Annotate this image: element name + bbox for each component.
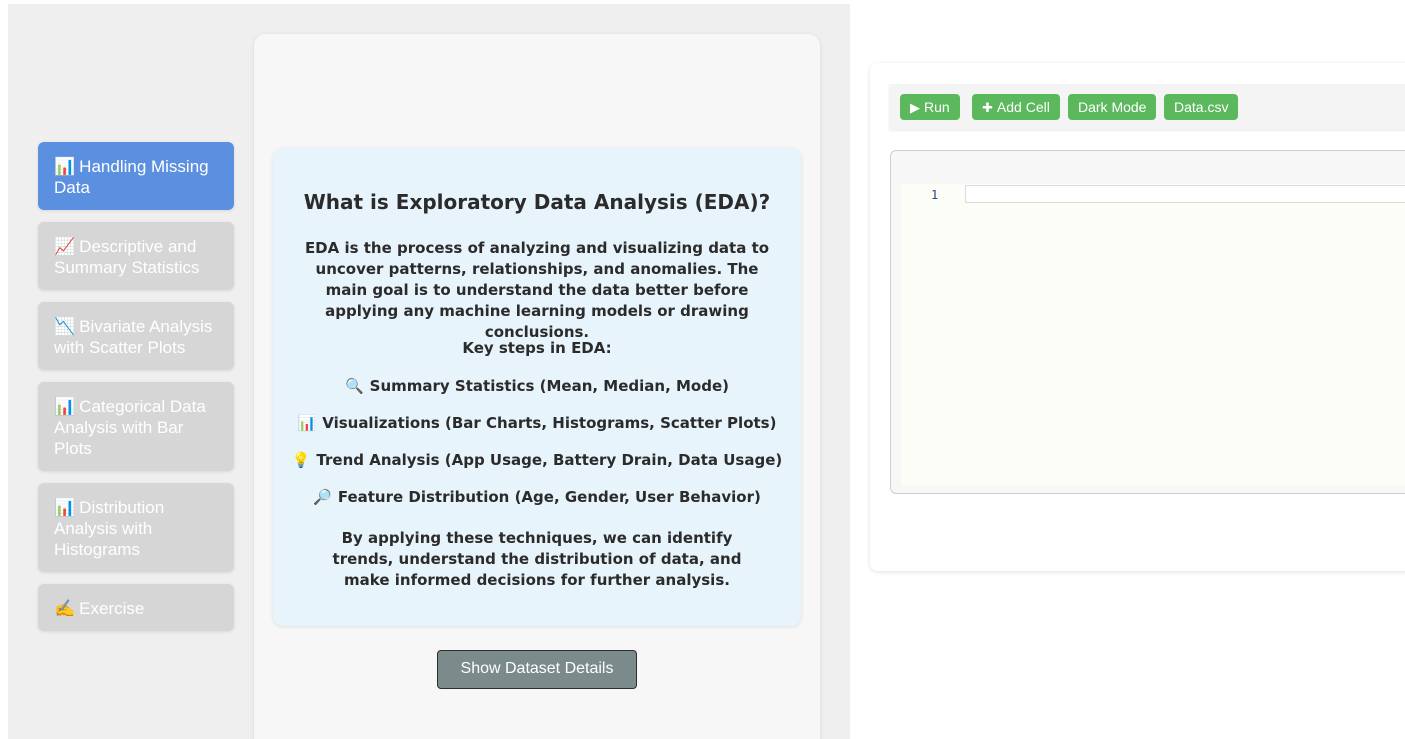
code-input-line[interactable] [965,185,1405,203]
line-number: 1 [931,188,939,202]
show-dataset-details-button[interactable]: Show Dataset Details [437,650,637,689]
magnifier-right-icon: 🔎 [313,488,332,506]
eda-info-box: What is Exploratory Data Analysis (EDA)?… [273,148,801,626]
code-cell[interactable]: 1 [901,184,1405,485]
sidebar-item-label: Categorical Data Analysis with Bar Plots [54,397,206,458]
magnifier-icon: 🔍 [344,377,364,395]
bar-chart-icon: 📊 [54,157,76,176]
eda-step-text: Trend Analysis (App Usage, Battery Drain… [316,451,783,469]
eda-step: 🔍 Summary Statistics (Mean, Median, Mode) [273,377,801,395]
line-gutter: 1 [901,184,965,485]
sidebar-item-label: Exercise [79,599,145,618]
notebook-toolbar: ▶ Run ✚ Add Cell Dark Mode Data.csv [889,84,1405,130]
eda-step-text: Summary Statistics (Mean, Median, Mode) [369,377,729,395]
bar-chart-icon: 📊 [297,414,317,432]
sidebar-item-label: Descriptive and Summary Statistics [54,237,200,277]
sidebar-item-distribution-analysis[interactable]: 📊 Distribution Analysis with Histograms [38,483,234,572]
sidebar-item-label: Handling Missing Data [54,157,209,197]
left-panel: 📊 Handling Missing Data 📈 Descriptive and … [8,4,850,739]
sidebar-item-exercise[interactable]: ✍️ Exercise [38,584,234,631]
sidebar-item-handling-missing-data[interactable]: 📊 Handling Missing Data [38,142,234,210]
eda-footer: By applying these techniques, we can ide… [332,529,742,589]
eda-intro: EDA is the process of analyzing and visu… [304,239,770,341]
sidebar-item-categorical-analysis[interactable]: 📊 Categorical Data Analysis with Bar Plot… [38,382,234,471]
add-cell-button-label: Add Cell [996,99,1050,115]
notebook-panel: ▶ Run ✚ Add Cell Dark Mode Data.csv 1 [870,63,1405,571]
sidebar-item-bivariate-analysis[interactable]: 📉 Bivariate Analysis with Scatter Plots [38,302,234,370]
trend-down-icon: 📉 [54,317,76,336]
sidebar-item-descriptive-statistics[interactable]: 📈 Descriptive and Summary Statistics [38,222,234,290]
key-steps-heading: Key steps in EDA: [462,339,612,357]
add-cell-button[interactable]: ✚ Add Cell [972,94,1060,120]
bar-chart-icon: 📊 [54,498,76,517]
dark-mode-button[interactable]: Dark Mode [1068,94,1157,120]
light-bulb-icon: 💡 [291,451,311,469]
eda-step-text: Feature Distribution (Age, Gender, User … [337,488,761,506]
eda-step-text: Visualizations (Bar Charts, Histograms, … [322,414,777,432]
play-icon: ▶ [910,100,920,115]
bar-chart-icon: 📊 [54,397,76,416]
data-csv-button[interactable]: Data.csv [1164,94,1239,120]
eda-title: What is Exploratory Data Analysis (EDA)? [303,190,771,214]
sidebar-item-label: Bivariate Analysis with Scatter Plots [54,317,213,357]
code-editor: 1 [890,150,1405,494]
content-card: What is Exploratory Data Analysis (EDA)?… [254,34,820,739]
plus-icon: ✚ [982,100,993,115]
eda-step: 🔎 Feature Distribution (Age, Gender, User… [273,488,801,506]
sidebar-nav: 📊 Handling Missing Data 📈 Descriptive and … [38,142,234,643]
run-button[interactable]: ▶ Run [900,94,960,120]
trend-up-icon: 📈 [54,237,76,256]
eda-step: 📊 Visualizations (Bar Charts, Histograms,… [273,414,801,432]
run-button-label: Run [924,99,950,115]
eda-step: 💡 Trend Analysis (App Usage, Battery Drai… [273,451,801,469]
writing-hand-icon: ✍️ [54,599,76,618]
